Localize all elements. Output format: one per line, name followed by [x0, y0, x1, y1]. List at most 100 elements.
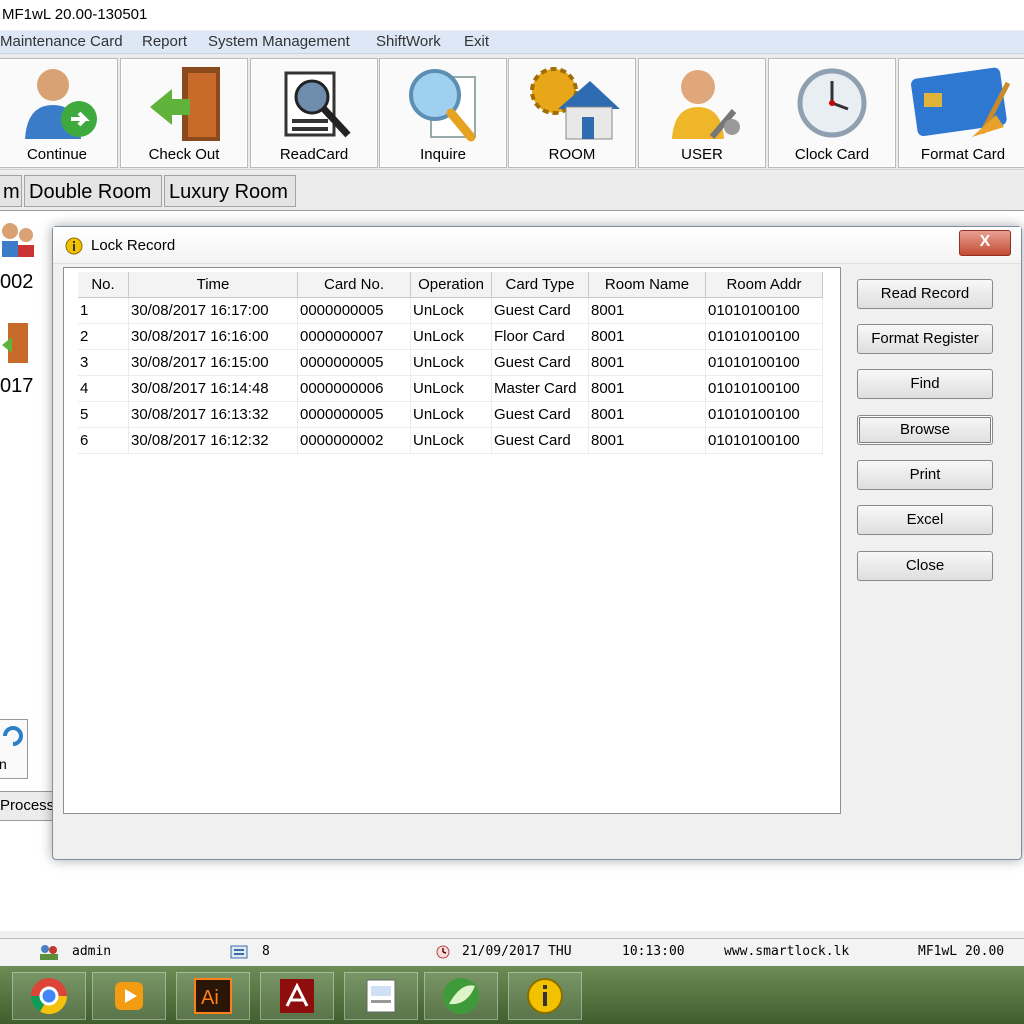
- cell-room-name: 8001: [588, 349, 706, 376]
- taskbar-app[interactable]: [424, 972, 498, 1020]
- room-button[interactable]: ROOM: [508, 58, 636, 168]
- menu-shiftwork[interactable]: ShiftWork: [376, 31, 441, 53]
- close-icon[interactable]: X: [959, 230, 1011, 256]
- record-grid: No. Time Card No. Operation Card Type Ro…: [63, 267, 841, 814]
- taskbar-document[interactable]: [344, 972, 418, 1020]
- refresh-icon: [3, 726, 23, 746]
- cell-card-type: Guest Card: [491, 427, 589, 454]
- cell-operation: UnLock: [410, 349, 492, 376]
- cell-operation: UnLock: [410, 375, 492, 402]
- cell-card-no: 0000000005: [297, 297, 411, 324]
- check-out-label: Check Out: [148, 146, 220, 163]
- menu-exit[interactable]: Exit: [464, 31, 489, 53]
- find-button[interactable]: Find: [857, 369, 993, 399]
- browse-button[interactable]: Browse: [857, 415, 993, 445]
- refresh-button[interactable]: n: [0, 719, 28, 779]
- col-time[interactable]: Time: [128, 272, 298, 298]
- cell-card-no: 0000000005: [297, 401, 411, 428]
- cell-time: 30/08/2017 16:15:00: [128, 349, 298, 376]
- read-record-button[interactable]: Read Record: [857, 279, 993, 309]
- cell-room-addr: 01010100100: [705, 323, 823, 350]
- table-row[interactable]: 5 30/08/2017 16:13:32 0000000005 UnLock Gues…: [78, 401, 823, 428]
- guests-icon: [2, 223, 34, 257]
- taskbar-chrome[interactable]: [12, 972, 86, 1020]
- room-type-tabs: m Double Room Luxury Room: [0, 172, 1024, 211]
- table-row[interactable]: 2 30/08/2017 16:16:00 0000000007 UnLock Floo…: [78, 323, 823, 350]
- document-icon: [366, 979, 396, 1013]
- col-room-addr[interactable]: Room Addr: [705, 272, 823, 298]
- record-table: No. Time Card No. Operation Card Type Ro…: [78, 272, 823, 454]
- cell-card-type: Guest Card: [491, 401, 589, 428]
- cell-card-type: Master Card: [491, 375, 589, 402]
- user-label: USER: [681, 146, 723, 163]
- continue-label: Continue: [26, 146, 88, 163]
- cell-operation: UnLock: [410, 297, 492, 324]
- cell-card-type: Guest Card: [491, 349, 589, 376]
- continue-button[interactable]: Continue: [0, 58, 118, 168]
- tab-luxury-room[interactable]: Luxury Room: [164, 175, 296, 207]
- clock-card-button[interactable]: Clock Card: [768, 58, 896, 168]
- inquire-button[interactable]: Inquire: [379, 58, 507, 168]
- user-button[interactable]: USER: [638, 58, 766, 168]
- taskbar-media[interactable]: [92, 972, 166, 1020]
- status-website: www.smartlock.lk: [724, 944, 850, 959]
- check-out-button[interactable]: Check Out: [120, 58, 248, 168]
- cell-room-name: 8001: [588, 323, 706, 350]
- status-bar: admin 8 21/09/2017 THU 10:13:00 www.smar…: [0, 938, 1024, 965]
- col-card-type[interactable]: Card Type: [491, 272, 589, 298]
- room-number[interactable]: 002: [0, 271, 33, 294]
- table-row[interactable]: 1 30/08/2017 16:17:00 0000000005 UnLock Gues…: [78, 297, 823, 324]
- list-icon: [230, 945, 248, 959]
- menu-report[interactable]: Report: [142, 31, 187, 53]
- table-row[interactable]: 3 30/08/2017 16:15:00 0000000005 UnLock Gues…: [78, 349, 823, 376]
- format-register-button[interactable]: Format Register: [857, 324, 993, 354]
- cell-card-no: 0000000005: [297, 349, 411, 376]
- cell-card-no: 0000000007: [297, 323, 411, 350]
- taskbar-acrobat[interactable]: [260, 972, 334, 1020]
- col-card-no[interactable]: Card No.: [297, 272, 411, 298]
- col-no[interactable]: No.: [78, 272, 129, 298]
- cell-room-name: 8001: [588, 401, 706, 428]
- taskbar-illustrator[interactable]: Ai: [176, 972, 250, 1020]
- cell-room-addr: 01010100100: [705, 297, 823, 324]
- app-leaf-icon: [443, 978, 479, 1014]
- tab-room-partial[interactable]: m: [0, 175, 22, 207]
- cell-operation: UnLock: [410, 427, 492, 454]
- dialog-title-bar: Lock Record X: [53, 227, 1021, 264]
- tab-double-room[interactable]: Double Room: [24, 175, 162, 207]
- cell-no: 4: [78, 375, 129, 402]
- cell-no: 6: [78, 427, 129, 454]
- illustrator-icon: Ai: [194, 978, 232, 1014]
- card-reader-icon: [284, 71, 351, 138]
- users-icon: [40, 945, 58, 960]
- print-button[interactable]: Print: [857, 460, 993, 490]
- cell-card-no: 0000000006: [297, 375, 411, 402]
- cell-time: 30/08/2017 16:16:00: [128, 323, 298, 350]
- acrobat-icon: [280, 979, 314, 1013]
- cell-room-addr: 01010100100: [705, 349, 823, 376]
- card-broom-icon: [911, 67, 1011, 137]
- room-number[interactable]: 017: [0, 375, 33, 398]
- cell-card-type: Guest Card: [491, 297, 589, 324]
- readcard-button[interactable]: ReadCard: [250, 58, 378, 168]
- menu-maintenance-card[interactable]: Maintenance Card: [0, 31, 123, 53]
- format-card-button[interactable]: Format Card: [898, 58, 1024, 168]
- media-player-icon: [115, 982, 143, 1010]
- excel-button[interactable]: Excel: [857, 505, 993, 535]
- col-operation[interactable]: Operation: [410, 272, 492, 298]
- chrome-icon: [30, 978, 67, 1015]
- cell-room-addr: 01010100100: [705, 427, 823, 454]
- window-title: MF1wL 20.00-130501: [2, 6, 148, 23]
- menu-system-management[interactable]: System Management: [208, 31, 350, 53]
- status-time: 10:13:00: [622, 944, 685, 959]
- close-button[interactable]: Close: [857, 551, 993, 581]
- cell-no: 1: [78, 297, 129, 324]
- col-room-name[interactable]: Room Name: [588, 272, 706, 298]
- taskbar-lock-app[interactable]: [508, 972, 582, 1020]
- table-row[interactable]: 6 30/08/2017 16:12:32 0000000002 UnLock Gues…: [78, 427, 823, 454]
- svg-text:Ai: Ai: [201, 987, 219, 1009]
- table-row[interactable]: 4 30/08/2017 16:14:48 0000000006 UnLock Mast…: [78, 375, 823, 402]
- cell-no: 2: [78, 323, 129, 350]
- cell-time: 30/08/2017 16:12:32: [128, 427, 298, 454]
- cell-no: 3: [78, 349, 129, 376]
